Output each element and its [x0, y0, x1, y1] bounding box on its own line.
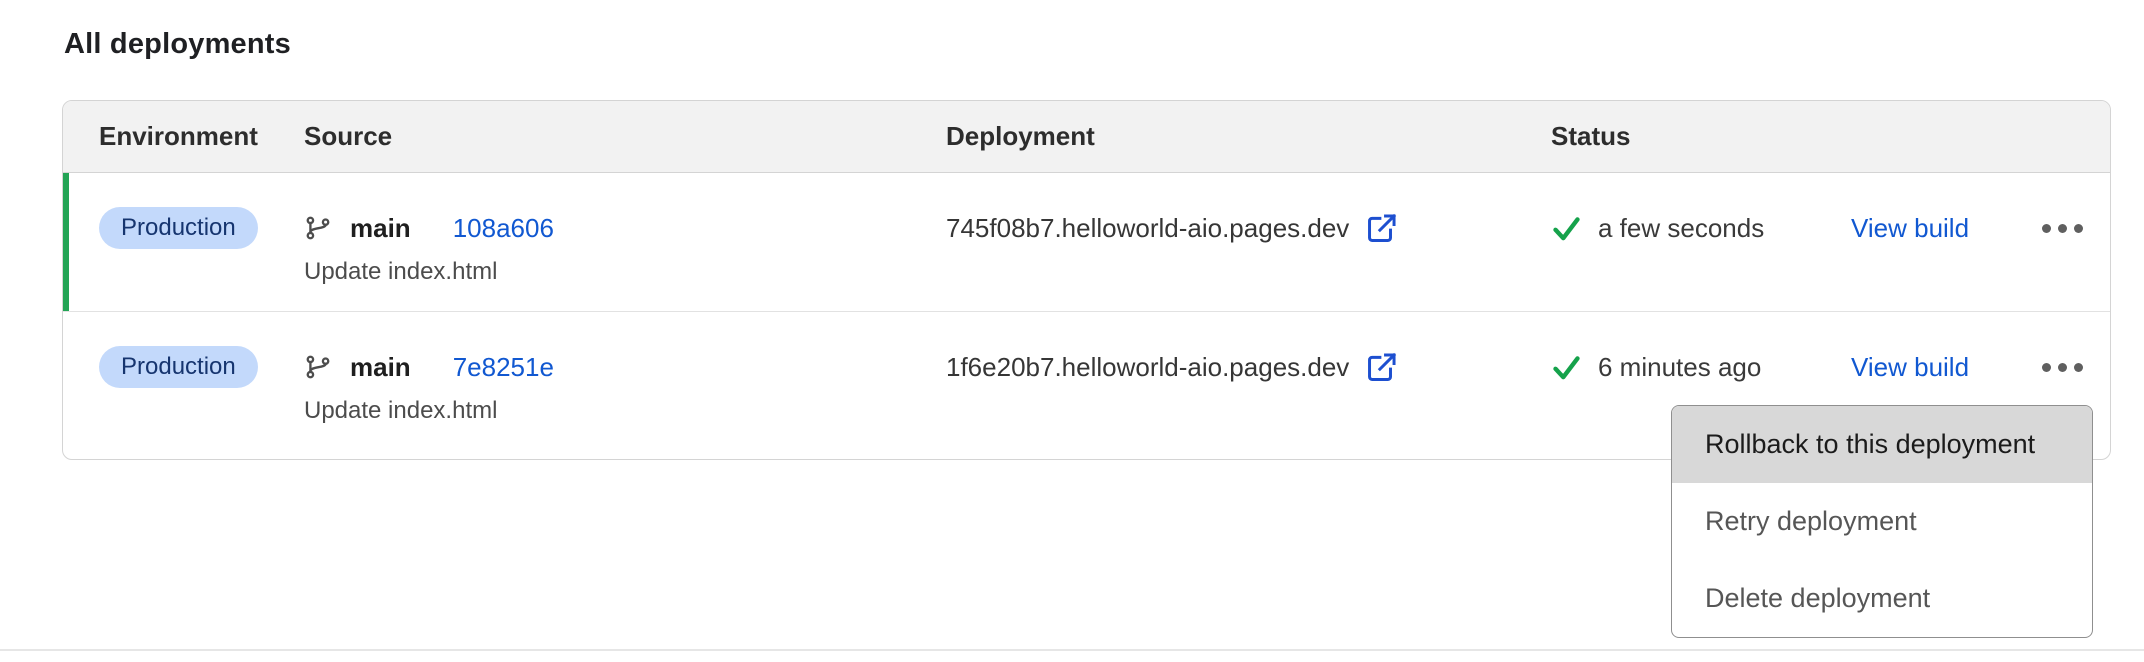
- deployment-options-button[interactable]: [2038, 353, 2087, 382]
- kebab-dot: [2074, 363, 2083, 372]
- current-deployment-marker: [63, 173, 69, 311]
- commit-link[interactable]: 108a606: [453, 213, 554, 244]
- git-branch-icon: [304, 214, 332, 242]
- kebab-dot: [2058, 224, 2067, 233]
- commit-message: Update index.html: [304, 395, 946, 427]
- external-link-icon[interactable]: [1365, 211, 1399, 245]
- view-build-cell: View build: [1851, 206, 2038, 311]
- commit-link[interactable]: 7e8251e: [453, 352, 554, 383]
- menu-item-rollback[interactable]: Rollback to this deployment: [1672, 406, 2092, 483]
- row-actions-cell: [2038, 206, 2087, 311]
- deployment-url: 1f6e20b7.helloworld-aio.pages.dev: [946, 352, 1349, 383]
- external-link-icon[interactable]: [1365, 350, 1399, 384]
- column-header-environment: Environment: [99, 121, 304, 152]
- deployment-cell: 745f08b7.helloworld-aio.pages.dev: [946, 206, 1551, 311]
- environment-cell: Production: [99, 345, 304, 459]
- environment-cell: Production: [99, 206, 304, 311]
- source-cell: main 7e8251e Update index.html: [304, 345, 946, 459]
- success-check-icon: [1551, 213, 1582, 244]
- kebab-dot: [2042, 224, 2051, 233]
- deployment-options-button[interactable]: [2038, 214, 2087, 243]
- menu-item-delete[interactable]: Delete deployment: [1672, 560, 2092, 637]
- column-header-status: Status: [1551, 121, 2110, 152]
- kebab-dot: [2042, 363, 2051, 372]
- deployment-url: 745f08b7.helloworld-aio.pages.dev: [946, 213, 1349, 244]
- environment-badge: Production: [99, 346, 258, 388]
- deployment-cell: 1f6e20b7.helloworld-aio.pages.dev: [946, 345, 1551, 459]
- git-branch-icon: [304, 353, 332, 381]
- success-check-icon: [1551, 352, 1582, 383]
- status-cell: a few seconds: [1551, 206, 1851, 311]
- environment-badge: Production: [99, 207, 258, 249]
- commit-message: Update index.html: [304, 256, 946, 288]
- kebab-dot: [2074, 224, 2083, 233]
- kebab-dot: [2058, 363, 2067, 372]
- branch-name: main: [350, 352, 411, 383]
- branch-name: main: [350, 213, 411, 244]
- source-cell: main 108a606 Update index.html: [304, 206, 946, 311]
- page-bottom-divider: [0, 649, 2144, 651]
- table-header-row: Environment Source Deployment Status: [63, 101, 2110, 173]
- column-header-deployment: Deployment: [946, 121, 1551, 152]
- view-build-link[interactable]: View build: [1851, 213, 1969, 244]
- deployment-context-menu: Rollback to this deployment Retry deploy…: [1671, 405, 2093, 638]
- page-title: All deployments: [64, 28, 291, 61]
- status-text: a few seconds: [1598, 213, 1764, 244]
- status-text: 6 minutes ago: [1598, 352, 1761, 383]
- column-header-source: Source: [304, 121, 946, 152]
- deployment-row: Production main 108a606 Update index.htm…: [63, 173, 2110, 312]
- view-build-link[interactable]: View build: [1851, 352, 1969, 383]
- menu-item-retry[interactable]: Retry deployment: [1672, 483, 2092, 560]
